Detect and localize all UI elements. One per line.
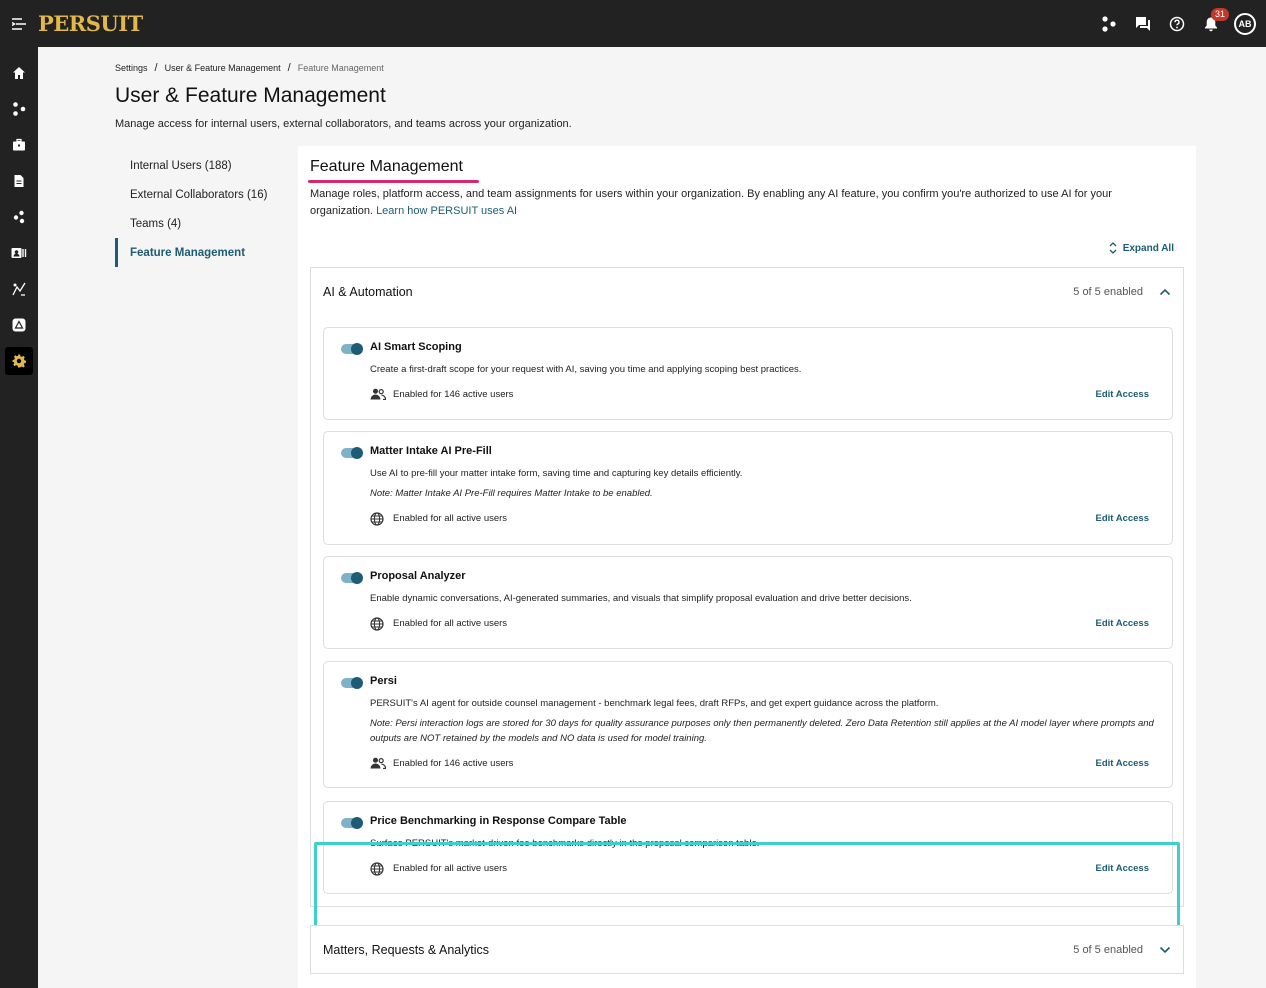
nav-briefcase[interactable] — [0, 127, 38, 163]
feature-access: Enabled for all active users — [393, 513, 508, 524]
network-icon[interactable] — [1092, 7, 1126, 41]
feature-toggle[interactable] — [341, 817, 363, 829]
section-count: 5 of 5 enabled — [1073, 286, 1143, 298]
breadcrumb-settings[interactable]: Settings — [115, 63, 148, 73]
page-title: User & Feature Management — [115, 84, 386, 107]
nav-analytics[interactable] — [0, 271, 38, 307]
menu-toggle-icon[interactable] — [0, 17, 38, 30]
triangle-app-icon — [5, 311, 33, 339]
subnav-external-collaborators[interactable]: External Collaborators (16) — [115, 180, 295, 209]
section-count: 5 of 5 enabled — [1073, 944, 1143, 956]
expand-all-label: Expand All — [1122, 242, 1174, 254]
globe-icon — [370, 617, 384, 631]
main-content: Settings / User & Feature Management / F… — [38, 47, 1266, 988]
left-nav — [0, 47, 38, 988]
edit-access-button[interactable]: Edit Access — [1095, 618, 1149, 629]
section-matters-requests-analytics: Matters, Requests & Analytics 5 of 5 ena… — [310, 925, 1184, 974]
document-icon — [5, 167, 33, 195]
feature-title: AI Smart Scoping — [370, 341, 462, 353]
section-title: AI & Automation — [323, 285, 413, 299]
expand-all-button[interactable]: Expand All — [1109, 242, 1174, 254]
feature-title: Price Benchmarking in Response Compare T… — [370, 815, 627, 827]
settings-subnav: Internal Users (188) External Collaborat… — [115, 151, 295, 267]
users-icon — [370, 388, 386, 400]
nav-document[interactable] — [0, 163, 38, 199]
subnav-feature-management[interactable]: Feature Management — [115, 238, 295, 267]
breadcrumb: Settings / User & Feature Management / F… — [115, 62, 384, 74]
feature-toggle[interactable] — [341, 343, 363, 355]
feature-card-proposal-analyzer: Proposal Analyzer Enable dynamic convers… — [323, 556, 1173, 649]
bell-icon[interactable]: 31 — [1194, 7, 1230, 41]
feature-title: Persi — [370, 675, 397, 687]
breadcrumb-separator: / — [287, 62, 291, 74]
subnav-internal-users[interactable]: Internal Users (188) — [115, 151, 295, 180]
feature-card-matter-intake-prefill: Matter Intake AI Pre-Fill Use AI to pre-… — [323, 431, 1173, 545]
nav-connections[interactable] — [0, 199, 38, 235]
edit-access-button[interactable]: Edit Access — [1095, 389, 1149, 400]
feature-access: Enabled for all active users — [393, 618, 508, 629]
feature-description: Enable dynamic conversations, AI-generat… — [370, 593, 912, 604]
breadcrumb-user-feature-management[interactable]: User & Feature Management — [165, 63, 281, 73]
feature-description: Use AI to pre-fill your matter intake fo… — [370, 468, 743, 479]
analytics-icon — [5, 275, 33, 303]
help-icon[interactable] — [1160, 7, 1194, 41]
nav-apps[interactable] — [0, 307, 38, 343]
title-underline — [308, 180, 479, 183]
section-header[interactable]: AI & Automation 5 of 5 enabled — [311, 268, 1183, 316]
nav-home[interactable] — [0, 55, 38, 91]
edit-access-button[interactable]: Edit Access — [1095, 513, 1149, 524]
network-icon — [5, 95, 33, 123]
section-header[interactable]: Matters, Requests & Analytics 5 of 5 ena… — [311, 926, 1183, 974]
feature-card-persi: Persi PERSUIT's AI agent for outside cou… — [323, 661, 1173, 788]
feature-title: Proposal Analyzer — [370, 570, 466, 582]
globe-icon — [370, 512, 384, 526]
feature-management-panel: Feature Management Manage roles, platfor… — [298, 146, 1196, 988]
chevron-up-icon[interactable] — [1159, 288, 1171, 296]
section-title: Matters, Requests & Analytics — [323, 943, 490, 957]
feature-access: Enabled for 146 active users — [393, 758, 514, 769]
feature-toggle[interactable] — [341, 677, 363, 689]
avatar[interactable]: AB — [1234, 12, 1256, 35]
nav-network[interactable] — [0, 91, 38, 127]
edit-access-button[interactable]: Edit Access — [1095, 758, 1149, 769]
home-icon — [5, 59, 33, 87]
top-actions: 31 AB — [1092, 0, 1256, 47]
connections-icon — [5, 203, 33, 231]
top-bar: PERSUIT 31 AB — [0, 0, 1266, 47]
panel-description: Manage roles, platform access, and team … — [310, 186, 1170, 220]
contact-card-icon — [5, 239, 33, 267]
chat-icon[interactable] — [1126, 7, 1160, 41]
feature-access: Enabled for 146 active users — [393, 389, 514, 400]
notification-badge: 31 — [1211, 7, 1230, 21]
breadcrumb-separator: / — [154, 62, 158, 74]
chevron-down-icon[interactable] — [1159, 946, 1171, 954]
subnav-teams[interactable]: Teams (4) — [115, 209, 295, 238]
nav-settings[interactable] — [0, 343, 38, 379]
feature-title: Matter Intake AI Pre-Fill — [370, 445, 492, 457]
persuit-logo[interactable]: PERSUIT — [38, 11, 143, 36]
users-icon — [370, 757, 386, 769]
feature-description: Create a first-draft scope for your requ… — [370, 364, 802, 375]
feature-note: Note: Matter Intake AI Pre-Fill requires… — [370, 488, 653, 499]
briefcase-icon — [5, 131, 33, 159]
expand-collapse-icon — [1109, 242, 1117, 254]
section-ai-automation: AI & Automation 5 of 5 enabled AI Smart … — [310, 267, 1184, 907]
feature-card-ai-smart-scoping: AI Smart Scoping Create a first-draft sc… — [323, 327, 1173, 420]
feature-description: PERSUIT's AI agent for outside counsel m… — [370, 698, 939, 709]
gear-icon — [5, 347, 33, 375]
feature-note: Note: Persi interaction logs are stored … — [370, 718, 1154, 744]
panel-title: Feature Management — [310, 158, 463, 175]
nav-contacts[interactable] — [0, 235, 38, 271]
feature-toggle[interactable] — [341, 572, 363, 584]
breadcrumb-current: Feature Management — [297, 63, 384, 73]
feature-toggle[interactable] — [341, 447, 363, 459]
learn-ai-link[interactable]: Learn how PERSUIT uses AI — [376, 205, 517, 217]
page-description: Manage access for internal users, extern… — [115, 118, 572, 130]
